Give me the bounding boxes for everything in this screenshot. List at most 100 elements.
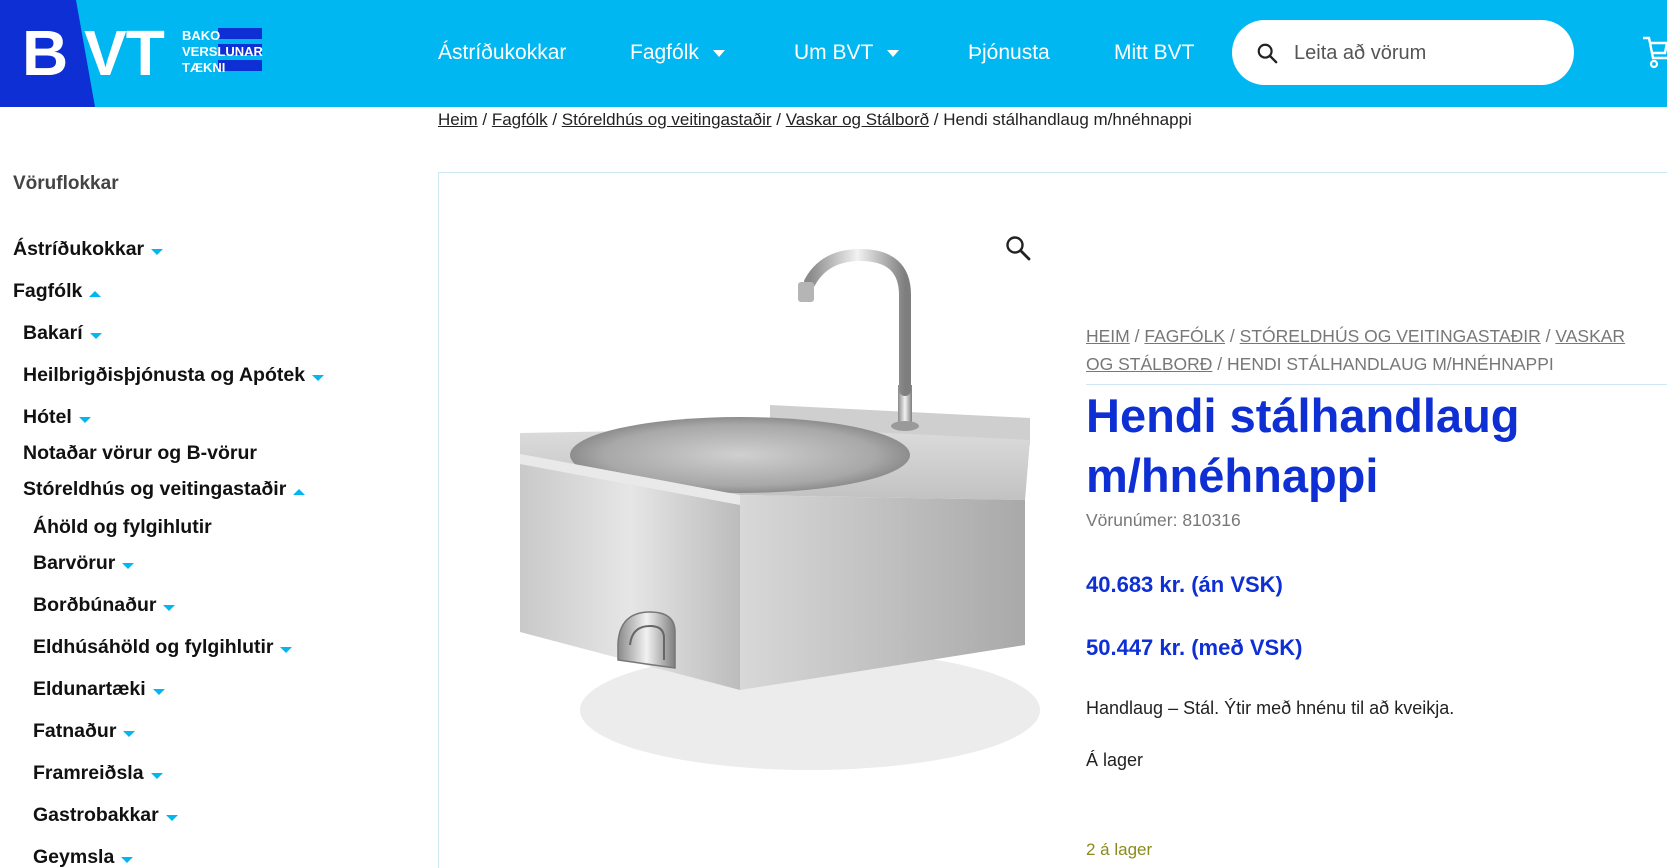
nav-label: Um BVT xyxy=(794,41,874,64)
sidebar-item-eldhusahold[interactable]: Eldhúsáhöld og fylgihlutir xyxy=(33,634,293,660)
sidebar-item-label: Heilbrigðisþjónusta og Apótek xyxy=(23,364,306,386)
expand-arrow-icon[interactable] xyxy=(151,248,164,255)
expand-arrow-icon[interactable] xyxy=(123,730,136,737)
sidebar-item-fagfolk[interactable]: Fagfólk xyxy=(13,278,102,304)
sidebar-item-bakari[interactable]: Bakarí xyxy=(23,320,102,346)
expand-arrow-icon[interactable] xyxy=(152,688,165,695)
sidebar-item-fatnadur[interactable]: Fatnaður xyxy=(33,718,136,744)
sidebar-item-framreidsla[interactable]: Framreiðsla xyxy=(33,760,163,786)
sidebar-item-label: Hótel xyxy=(23,406,72,428)
nav-item-mitt-bvt[interactable]: Mitt BVT xyxy=(1114,38,1195,68)
sidebar-item-bordbunadur[interactable]: Borðbúnaður xyxy=(33,592,176,618)
expand-arrow-icon[interactable] xyxy=(78,416,91,423)
breadcrumb-link-vaskar[interactable]: Vaskar og Stálborð xyxy=(786,110,929,129)
expand-arrow-icon[interactable] xyxy=(280,646,293,653)
nav-item-astridukokkar[interactable]: Ástríðukokkar xyxy=(438,38,566,68)
sidebar-item-label: Ástríðukokkar xyxy=(13,238,145,260)
breadcrumb-separator: / xyxy=(477,110,492,129)
chevron-down-icon xyxy=(712,49,725,57)
breadcrumb-separator: / xyxy=(1129,326,1145,346)
breadcrumb-link-fagfolk[interactable]: Fagfólk xyxy=(492,110,548,129)
chevron-down-icon xyxy=(887,49,900,57)
divider xyxy=(1086,384,1667,385)
price-ex-vat: 40.683 kr. (án VSK) xyxy=(1086,572,1283,597)
sidebar-item-label: Borðbúnaður xyxy=(33,594,157,616)
breadcrumb-link-heim[interactable]: Heim xyxy=(438,110,478,129)
sidebar-item-storeldhus[interactable]: Stóreldhús og veitingastaðir xyxy=(23,476,306,502)
nav-item-fagfolk[interactable]: Fagfólk xyxy=(630,38,725,68)
logo-wordmark[interactable]: BAKO VERSLUNAR TÆKNI xyxy=(182,28,263,76)
expand-arrow-icon[interactable] xyxy=(150,772,163,779)
breadcrumb-link-storeldhus[interactable]: Stóreldhús og veitingastaðir xyxy=(562,110,772,129)
sidebar-item-label: Áhöld og fylgihlutir xyxy=(33,516,212,538)
sidebar-item-label: Notaðar vörur og B-vörur xyxy=(23,442,258,464)
logo-letter-b[interactable]: B xyxy=(22,18,68,88)
stainless-sink-image[interactable] xyxy=(470,240,1070,820)
nav-item-um-bvt[interactable]: Um BVT xyxy=(794,38,900,68)
logo-letters-vt[interactable]: VT xyxy=(84,18,165,88)
nav-item-thjonusta[interactable]: Þjónusta xyxy=(968,38,1050,68)
expand-arrow-icon[interactable] xyxy=(89,332,102,339)
sidebar-title: Vöruflokkar xyxy=(13,173,119,194)
site-header: B VT BAKO VERSLUNAR TÆKNI Ástríðukokkar … xyxy=(0,0,1667,107)
product-breadcrumb-link-storeldhus[interactable]: STÓRELDHÚS OG VEITINGASTAÐIR xyxy=(1240,326,1541,346)
breadcrumb-separator: / xyxy=(1540,326,1556,346)
sidebar-item-notadar-vorur[interactable]: Notaðar vörur og B-vörur xyxy=(23,440,257,466)
sidebar-item-ahold[interactable]: Áhöld og fylgihlutir xyxy=(33,514,212,540)
sku-value: 810316 xyxy=(1182,510,1241,530)
product-breadcrumb-current: HENDI STÁLHANDLAUG M/HNÉHNAPPI xyxy=(1227,354,1554,374)
breadcrumb-separator: / xyxy=(929,110,944,129)
sidebar-item-label: Gastrobakkar xyxy=(33,804,159,826)
nav-label: Þjónusta xyxy=(968,41,1050,64)
sidebar-item-label: Eldhúsáhöld og fylgihlutir xyxy=(33,636,274,658)
product-breadcrumb-link-heim[interactable]: HEIM xyxy=(1086,326,1130,346)
search-input[interactable] xyxy=(1294,38,1554,68)
expand-arrow-icon[interactable] xyxy=(312,374,325,381)
breadcrumb-separator: / xyxy=(771,110,786,129)
sidebar-item-label: Stóreldhús og veitingastaðir xyxy=(23,478,287,500)
product-sku: Vörunúmer: 810316 xyxy=(1086,510,1241,531)
logo-line-1: BAKO xyxy=(182,28,221,43)
search-icon[interactable] xyxy=(1256,42,1278,64)
search-box xyxy=(1232,20,1574,85)
product-breadcrumb-link-fagfolk[interactable]: FAGFÓLK xyxy=(1144,326,1225,346)
sidebar-item-label: Fatnaður xyxy=(33,720,117,742)
price-inc-vat: 50.447 kr. (með VSK) xyxy=(1086,635,1303,660)
breadcrumb-current: Hendi stálhandlaug m/hnéhnappi xyxy=(943,110,1192,129)
breadcrumb: Heim / Fagfólk / Stóreldhús og veitingas… xyxy=(438,108,1192,132)
nav-label: Fagfólk xyxy=(630,41,699,64)
sidebar-item-label: Eldunartæki xyxy=(33,678,146,700)
product-title: Hendi stálhandlaug m/hnéhnappi xyxy=(1086,389,1520,502)
cart-icon[interactable] xyxy=(1641,32,1667,72)
sidebar-item-label: Geymsla xyxy=(33,846,115,868)
stock-status: Á lager xyxy=(1086,750,1144,770)
expand-arrow-icon[interactable] xyxy=(122,562,135,569)
collapse-arrow-icon[interactable] xyxy=(89,290,102,297)
sidebar-item-barvorur[interactable]: Barvörur xyxy=(33,550,135,576)
sidebar-item-label: Fagfólk xyxy=(13,280,83,302)
logo-line-2: VERSLUNAR xyxy=(182,44,263,59)
breadcrumb-separator: / xyxy=(1225,326,1240,346)
expand-arrow-icon[interactable] xyxy=(165,814,178,821)
sidebar-item-label: Framreiðsla xyxy=(33,762,144,784)
sidebar-item-hotel[interactable]: Hótel xyxy=(23,404,91,430)
collapse-arrow-icon[interactable] xyxy=(293,488,306,495)
nav-label: Mitt BVT xyxy=(1114,41,1195,64)
breadcrumb-separator: / xyxy=(547,110,562,129)
stock-count: 2 á lager xyxy=(1086,840,1153,859)
sidebar-item-eldunartaeki[interactable]: Eldunartæki xyxy=(33,676,165,702)
sidebar-item-astridukokkar[interactable]: Ástríðukokkar xyxy=(13,236,164,262)
sidebar-item-gastrobakkar[interactable]: Gastrobakkar xyxy=(33,802,178,828)
expand-arrow-icon[interactable] xyxy=(163,604,176,611)
sidebar-item-heilbrigdisthjonusta[interactable]: Heilbrigðisþjónusta og Apótek xyxy=(23,362,325,388)
product-description: Handlaug – Stál. Ýtir með hnénu til að k… xyxy=(1086,698,1455,718)
sidebar-item-geymsla[interactable]: Geymsla xyxy=(33,844,134,868)
expand-arrow-icon[interactable] xyxy=(121,856,134,863)
logo-line-3: TÆKNI xyxy=(182,60,226,75)
sidebar-item-label: Barvörur xyxy=(33,552,116,574)
nav-label: Ástríðukokkar xyxy=(438,41,567,64)
breadcrumb-separator: / xyxy=(1212,354,1228,374)
sku-label: Vörunúmer: xyxy=(1086,510,1178,530)
sidebar-item-label: Bakarí xyxy=(23,322,83,344)
product-breadcrumb: HEIM / FAGFÓLK / STÓRELDHÚS OG VEITINGAS… xyxy=(1086,322,1646,378)
